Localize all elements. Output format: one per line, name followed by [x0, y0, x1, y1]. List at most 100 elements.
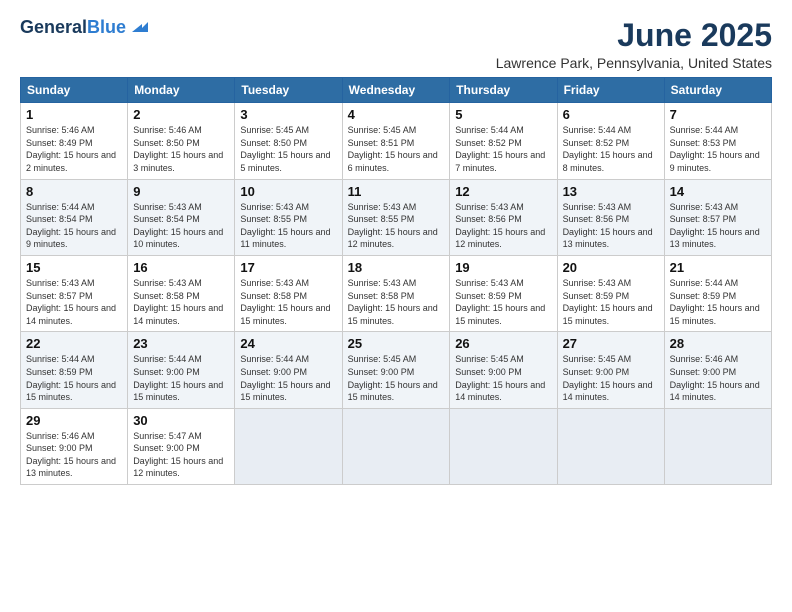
day-info: Sunrise: 5:44 AMSunset: 8:59 PMDaylight:… — [670, 277, 766, 327]
calendar-table: SundayMondayTuesdayWednesdayThursdayFrid… — [20, 77, 772, 485]
day-info: Sunrise: 5:46 AMSunset: 8:50 PMDaylight:… — [133, 124, 229, 174]
day-info: Sunrise: 5:43 AMSunset: 8:55 PMDaylight:… — [348, 201, 445, 251]
day-number: 18 — [348, 260, 445, 275]
day-number: 1 — [26, 107, 122, 122]
day-number: 17 — [240, 260, 336, 275]
day-info: Sunrise: 5:45 AMSunset: 9:00 PMDaylight:… — [455, 353, 551, 403]
week-row-3: 15 Sunrise: 5:43 AMSunset: 8:57 PMDayligh… — [21, 255, 772, 331]
day-number: 30 — [133, 413, 229, 428]
day-info: Sunrise: 5:43 AMSunset: 8:54 PMDaylight:… — [133, 201, 229, 251]
day-info: Sunrise: 5:43 AMSunset: 8:58 PMDaylight:… — [133, 277, 229, 327]
day-cell: 11Sunrise: 5:43 AMSunset: 8:55 PMDayligh… — [342, 179, 450, 255]
day-number: 29 — [26, 413, 122, 428]
day-cell: 17 Sunrise: 5:43 AMSunset: 8:58 PMDayligh… — [235, 255, 342, 331]
day-number: 8 — [26, 184, 122, 199]
day-number: 16 — [133, 260, 229, 275]
day-number: 4 — [348, 107, 445, 122]
calendar-header: SundayMondayTuesdayWednesdayThursdayFrid… — [21, 78, 772, 103]
day-cell: 3 Sunrise: 5:45 AMSunset: 8:50 PMDaylight… — [235, 103, 342, 179]
day-number: 3 — [240, 107, 336, 122]
day-number: 21 — [670, 260, 766, 275]
day-info: Sunrise: 5:43 AMSunset: 8:57 PMDaylight:… — [26, 277, 122, 327]
day-info: Sunrise: 5:45 AMSunset: 9:00 PMDaylight:… — [348, 353, 445, 403]
day-info: Sunrise: 5:44 AMSunset: 8:59 PMDaylight:… — [26, 353, 122, 403]
day-cell: 12 Sunrise: 5:43 AMSunset: 8:56 PMDayligh… — [450, 179, 557, 255]
header-cell-monday: Monday — [128, 78, 235, 103]
day-info: Sunrise: 5:43 AMSunset: 8:55 PMDaylight:… — [240, 201, 336, 251]
title-block: June 2025 Lawrence Park, Pennsylvania, U… — [496, 18, 772, 71]
day-cell — [235, 408, 342, 484]
day-info: Sunrise: 5:45 AMSunset: 9:00 PMDaylight:… — [563, 353, 659, 403]
day-number: 25 — [348, 336, 445, 351]
logo-icon — [128, 14, 150, 36]
day-info: Sunrise: 5:44 AMSunset: 8:52 PMDaylight:… — [455, 124, 551, 174]
day-info: Sunrise: 5:43 AMSunset: 8:58 PMDaylight:… — [240, 277, 336, 327]
day-info: Sunrise: 5:43 AMSunset: 8:59 PMDaylight:… — [455, 277, 551, 327]
header: GeneralBlue June 2025 Lawrence Park, Pen… — [20, 18, 772, 71]
day-cell: 7 Sunrise: 5:44 AMSunset: 8:53 PMDaylight… — [664, 103, 771, 179]
day-cell: 21 Sunrise: 5:44 AMSunset: 8:59 PMDayligh… — [664, 255, 771, 331]
day-info: Sunrise: 5:45 AMSunset: 8:51 PMDaylight:… — [348, 124, 445, 174]
day-cell: 13 Sunrise: 5:43 AMSunset: 8:56 PMDayligh… — [557, 179, 664, 255]
day-info: Sunrise: 5:43 AMSunset: 8:59 PMDaylight:… — [563, 277, 659, 327]
day-cell: 1 Sunrise: 5:46 AMSunset: 8:49 PMDaylight… — [21, 103, 128, 179]
day-info: Sunrise: 5:45 AMSunset: 8:50 PMDaylight:… — [240, 124, 336, 174]
logo-general: General — [20, 17, 87, 37]
day-cell: 27 Sunrise: 5:45 AMSunset: 9:00 PMDayligh… — [557, 332, 664, 408]
day-cell: 29Sunrise: 5:46 AMSunset: 9:00 PMDayligh… — [21, 408, 128, 484]
day-cell — [557, 408, 664, 484]
day-info: Sunrise: 5:44 AMSunset: 9:00 PMDaylight:… — [133, 353, 229, 403]
day-cell: 18 Sunrise: 5:43 AMSunset: 8:58 PMDayligh… — [342, 255, 450, 331]
day-cell — [342, 408, 450, 484]
day-info: Sunrise: 5:47 AMSunset: 9:00 PMDaylight:… — [133, 430, 229, 480]
week-row-2: 8 Sunrise: 5:44 AMSunset: 8:54 PMDaylight… — [21, 179, 772, 255]
day-number: 19 — [455, 260, 551, 275]
header-cell-thursday: Thursday — [450, 78, 557, 103]
day-info: Sunrise: 5:46 AMSunset: 9:00 PMDaylight:… — [670, 353, 766, 403]
day-info: Sunrise: 5:44 AMSunset: 8:54 PMDaylight:… — [26, 201, 122, 251]
day-info: Sunrise: 5:44 AMSunset: 8:53 PMDaylight:… — [670, 124, 766, 174]
day-number: 9 — [133, 184, 229, 199]
day-cell: 24Sunrise: 5:44 AMSunset: 9:00 PMDayligh… — [235, 332, 342, 408]
header-cell-tuesday: Tuesday — [235, 78, 342, 103]
day-number: 6 — [563, 107, 659, 122]
day-cell: 4 Sunrise: 5:45 AMSunset: 8:51 PMDaylight… — [342, 103, 450, 179]
header-row: SundayMondayTuesdayWednesdayThursdayFrid… — [21, 78, 772, 103]
day-cell: 25 Sunrise: 5:45 AMSunset: 9:00 PMDayligh… — [342, 332, 450, 408]
day-number: 27 — [563, 336, 659, 351]
header-cell-sunday: Sunday — [21, 78, 128, 103]
day-cell: 16 Sunrise: 5:43 AMSunset: 8:58 PMDayligh… — [128, 255, 235, 331]
day-info: Sunrise: 5:43 AMSunset: 8:58 PMDaylight:… — [348, 277, 445, 327]
day-number: 10 — [240, 184, 336, 199]
day-info: Sunrise: 5:43 AMSunset: 8:56 PMDaylight:… — [455, 201, 551, 251]
day-number: 24 — [240, 336, 336, 351]
header-cell-saturday: Saturday — [664, 78, 771, 103]
day-number: 7 — [670, 107, 766, 122]
day-number: 2 — [133, 107, 229, 122]
day-info: Sunrise: 5:43 AMSunset: 8:57 PMDaylight:… — [670, 201, 766, 251]
day-number: 20 — [563, 260, 659, 275]
day-number: 13 — [563, 184, 659, 199]
main-title: June 2025 — [496, 18, 772, 53]
day-cell: 14Sunrise: 5:43 AMSunset: 8:57 PMDayligh… — [664, 179, 771, 255]
day-number: 5 — [455, 107, 551, 122]
day-info: Sunrise: 5:43 AMSunset: 8:56 PMDaylight:… — [563, 201, 659, 251]
day-cell: 10 Sunrise: 5:43 AMSunset: 8:55 PMDayligh… — [235, 179, 342, 255]
day-cell: 15 Sunrise: 5:43 AMSunset: 8:57 PMDayligh… — [21, 255, 128, 331]
logo-blue: Blue — [87, 17, 126, 37]
day-cell: 28Sunrise: 5:46 AMSunset: 9:00 PMDayligh… — [664, 332, 771, 408]
day-cell: 19 Sunrise: 5:43 AMSunset: 8:59 PMDayligh… — [450, 255, 557, 331]
page: GeneralBlue June 2025 Lawrence Park, Pen… — [0, 0, 792, 612]
day-cell — [664, 408, 771, 484]
logo-text: GeneralBlue — [20, 18, 126, 38]
day-number: 15 — [26, 260, 122, 275]
day-cell — [450, 408, 557, 484]
day-cell: 26Sunrise: 5:45 AMSunset: 9:00 PMDayligh… — [450, 332, 557, 408]
day-cell: 2 Sunrise: 5:46 AMSunset: 8:50 PMDaylight… — [128, 103, 235, 179]
day-cell: 23Sunrise: 5:44 AMSunset: 9:00 PMDayligh… — [128, 332, 235, 408]
week-row-5: 29Sunrise: 5:46 AMSunset: 9:00 PMDayligh… — [21, 408, 772, 484]
day-info: Sunrise: 5:46 AMSunset: 8:49 PMDaylight:… — [26, 124, 122, 174]
day-info: Sunrise: 5:44 AMSunset: 8:52 PMDaylight:… — [563, 124, 659, 174]
day-number: 12 — [455, 184, 551, 199]
week-row-1: 1 Sunrise: 5:46 AMSunset: 8:49 PMDaylight… — [21, 103, 772, 179]
